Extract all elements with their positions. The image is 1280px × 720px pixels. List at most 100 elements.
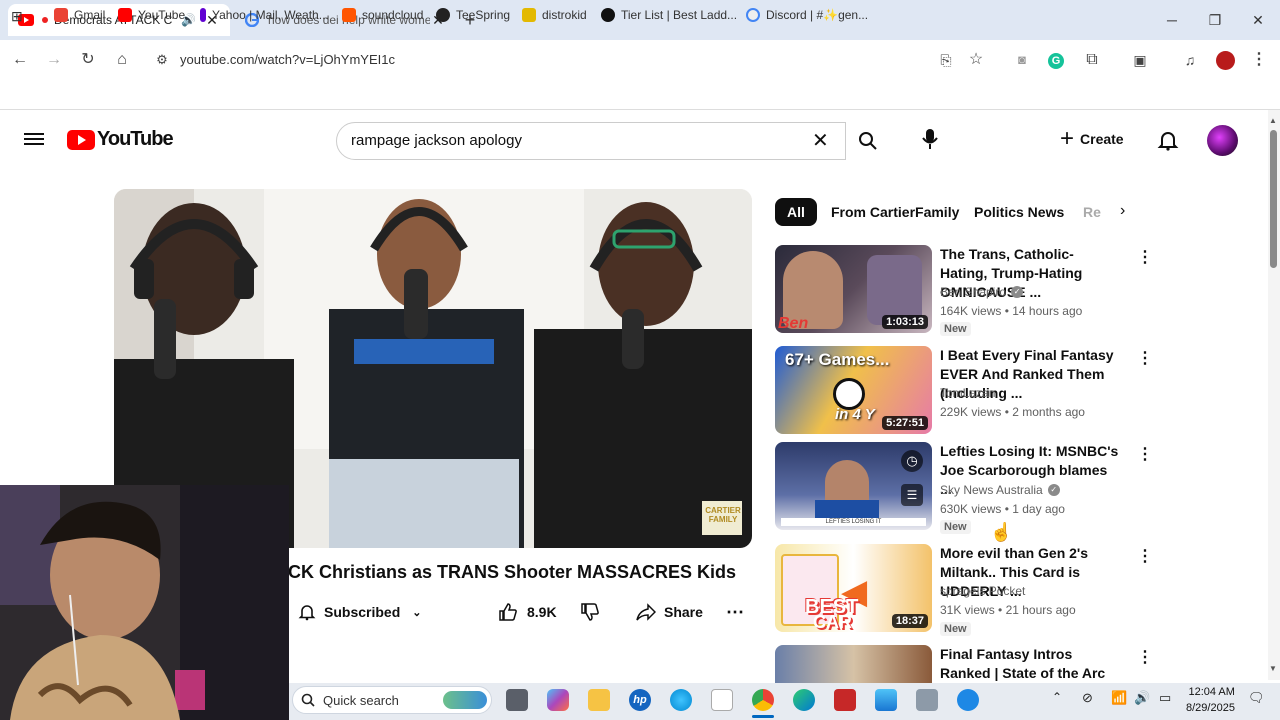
media-controls-icon[interactable]: ♫ [1178, 48, 1202, 72]
search-query-text[interactable]: rampage jackson apology [351, 132, 522, 149]
notifications-bell-icon[interactable] [1157, 129, 1179, 156]
recommendation-item[interactable]: LEFTIES LOSING IT ◷ ☰ Lefties Losing It:… [775, 442, 1155, 534]
clear-search-icon[interactable]: ✕ [812, 128, 829, 153]
chips-next-arrow-icon[interactable]: › [1120, 202, 1125, 220]
recommendation-item[interactable]: Ben 1:03:13 The Trans, Catholic-Hating, … [775, 245, 1155, 336]
watch-later-icon[interactable]: ◷ [901, 450, 923, 472]
dislike-button[interactable] [580, 600, 600, 624]
chip-all[interactable]: All [775, 198, 817, 226]
home-icon[interactable]: ⌂ [110, 48, 134, 72]
chip-politics-news[interactable]: Politics News [962, 198, 1076, 226]
bookmark-gmail[interactable]: Gmail [54, 8, 105, 22]
bookmark-discord[interactable]: Discord | #✨gen... [746, 8, 868, 22]
file-explorer-icon[interactable] [588, 689, 610, 711]
scrollbar-thumb[interactable] [1270, 130, 1277, 268]
more-options-icon[interactable]: ⋮ [1137, 546, 1153, 566]
app-icon[interactable] [670, 689, 692, 711]
bookmark-yahoo[interactable]: Yahoo | Mail, Weath... [200, 8, 329, 22]
camera-icon[interactable]: ◙ [1010, 48, 1034, 72]
url-text[interactable]: youtube.com/watch?v=LjOhYmYEI1c [180, 52, 395, 67]
battery-icon[interactable]: ▭ [1159, 690, 1171, 706]
extensions-icon[interactable]: ⧉ [1080, 48, 1104, 72]
profile-avatar[interactable] [1216, 51, 1235, 70]
back-icon[interactable]: ← [8, 48, 32, 72]
avatar[interactable] [1207, 125, 1238, 156]
search-button[interactable] [845, 122, 889, 160]
app-icon[interactable] [916, 689, 938, 711]
youtube-logo[interactable]: YouTube [67, 128, 174, 151]
notifications-icon[interactable]: 🗨 [1248, 690, 1265, 706]
video-thumbnail[interactable]: ◀ BEST CAR 18:37 [775, 544, 932, 632]
chrome-icon[interactable] [752, 689, 774, 711]
recommendation-title[interactable]: Final Fantasy Intros Ranked | State of t… [940, 645, 1120, 683]
share-button[interactable]: Share [636, 600, 703, 624]
add-to-queue-icon[interactable]: ☰ [901, 484, 923, 506]
forward-icon[interactable]: → [42, 48, 66, 72]
photos-icon[interactable] [875, 689, 897, 711]
grammarly-icon[interactable]: G [1044, 48, 1068, 72]
task-view-icon[interactable] [506, 689, 528, 711]
like-button[interactable]: 8.9K [498, 600, 557, 624]
video-thumbnail[interactable]: 67+ Games... in 4 Y 5:27:51 [775, 346, 932, 434]
app-icon[interactable] [957, 689, 979, 711]
bookmark-star-icon[interactable]: ☆ [964, 48, 988, 72]
more-options-icon[interactable]: ⋮ [1137, 247, 1153, 267]
bookmark-youtube[interactable]: YouTube [118, 8, 185, 22]
video-thumbnail[interactable]: LEFTIES LOSING IT ◷ ☰ [775, 442, 932, 530]
recommendation-channel[interactable]: Ben Shapiro ✓ [940, 285, 1024, 299]
teespring-icon [436, 8, 450, 22]
recommendation-item[interactable]: 67+ Games... in 4 Y 5:27:51 I Beat Every… [775, 346, 1155, 436]
create-button[interactable]: + Create [1060, 127, 1124, 151]
voice-search-icon[interactable] [920, 128, 940, 155]
scroll-down-icon[interactable]: ▼ [1269, 664, 1277, 673]
video-thumbnail[interactable]: Ben 1:03:13 [775, 245, 932, 333]
recommendation-channel[interactable]: Sky News Australia ✓ [940, 483, 1060, 497]
bookmark-tier-list[interactable]: Tier List | Best Ladd... [601, 8, 737, 22]
more-options-icon[interactable]: ⋮ [1137, 647, 1153, 667]
subscribed-button[interactable]: Subscribed ⌄ [298, 600, 421, 624]
close-window-icon[interactable]: ✕ [1246, 8, 1270, 32]
chip-truncated[interactable]: Re [1071, 198, 1105, 226]
reload-icon[interactable]: ↻ [76, 48, 100, 72]
network-off-icon[interactable]: ⊘ [1082, 690, 1093, 706]
copilot-icon[interactable] [547, 689, 569, 711]
mcafee-icon[interactable] [834, 689, 856, 711]
document-icon[interactable] [711, 689, 733, 711]
show-hidden-icons-icon[interactable]: ⌃ [1052, 690, 1062, 704]
recommendation-item[interactable]: ◀ BEST CAR 18:37 More evil than Gen 2's … [775, 544, 1155, 636]
tier-list-icon [601, 8, 615, 22]
more-options-icon[interactable]: ⋮ [1137, 348, 1153, 368]
install-app-icon[interactable]: ⎘ [934, 48, 958, 72]
verified-badge-icon: ✓ [1011, 286, 1024, 298]
browser-menu-icon[interactable]: ⋮ [1247, 48, 1271, 72]
chip-from-cartierfamily[interactable]: From CartierFamily [819, 198, 971, 226]
channel-watermark: CARTIER FAMILY [705, 506, 741, 524]
tab-search-icon[interactable]: ▣ [1128, 48, 1152, 72]
apps-grid-icon[interactable]: ⊞ [11, 8, 23, 25]
recommendation-meta: 229K views • 2 months ago [940, 405, 1085, 419]
new-badge: New [940, 622, 971, 636]
minimize-icon[interactable]: ─ [1160, 8, 1184, 32]
maximize-icon[interactable]: ❐ [1203, 8, 1227, 32]
hp-icon[interactable]: hp [629, 689, 651, 711]
bookmark-distrokid[interactable]: distrokid [522, 8, 587, 22]
taskbar-clock[interactable]: 12:04 AM 8/29/2025 [1186, 684, 1235, 716]
hamburger-menu-icon[interactable] [24, 130, 44, 148]
new-badge: New [940, 322, 971, 336]
scroll-up-icon[interactable]: ▲ [1269, 116, 1277, 125]
edge-icon[interactable] [793, 689, 815, 711]
recommendation-item[interactable]: Final Fantasy Intros Ranked | State of t… [775, 645, 1155, 683]
bookmark-teespring[interactable]: TeeSpring [436, 8, 510, 22]
wifi-icon[interactable]: 📶 [1111, 690, 1127, 706]
more-actions-icon[interactable]: ⋯ [726, 600, 744, 624]
recommendation-channel[interactable]: TomLazan [940, 386, 995, 400]
more-options-icon[interactable]: ⋮ [1137, 444, 1153, 464]
site-info-icon[interactable]: ⚙ [150, 48, 174, 72]
volume-icon[interactable]: 🔊 [1134, 690, 1150, 706]
video-thumbnail[interactable] [775, 645, 932, 683]
taskbar-search-box[interactable]: Quick search [292, 686, 492, 714]
youtube-icon [118, 8, 132, 22]
recommendation-channel[interactable]: spragels Pocket [940, 584, 1025, 598]
bookmark-soundcloud[interactable]: soundcloud [342, 8, 423, 22]
webcam-overlay [0, 485, 289, 720]
